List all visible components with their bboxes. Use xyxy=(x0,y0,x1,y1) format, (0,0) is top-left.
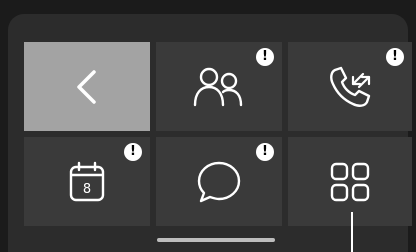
apps-tile[interactable] xyxy=(288,137,412,226)
contacts-icon xyxy=(191,65,247,109)
back-tile[interactable] xyxy=(24,42,150,131)
back-chevron-icon xyxy=(67,67,107,107)
calendar-day-number: 8 xyxy=(83,182,91,197)
alert-badge: ! xyxy=(386,48,404,66)
pointer-line xyxy=(351,212,353,252)
alert-badge: ! xyxy=(124,143,142,161)
calendar-icon: 8 xyxy=(67,160,107,204)
alert-badge: ! xyxy=(256,143,274,161)
home-indicator[interactable] xyxy=(157,238,275,242)
alert-badge: ! xyxy=(256,48,274,66)
call-log-tile[interactable]: ! xyxy=(288,42,412,131)
call-log-icon xyxy=(326,63,374,111)
messages-icon xyxy=(195,159,243,205)
contacts-tile[interactable]: ! xyxy=(156,42,282,131)
home-screen: ! ! 8 ! ! xyxy=(0,0,416,252)
calendar-tile[interactable]: 8 ! xyxy=(24,137,150,226)
apps-grid-icon xyxy=(330,162,370,202)
messages-tile[interactable]: ! xyxy=(156,137,282,226)
